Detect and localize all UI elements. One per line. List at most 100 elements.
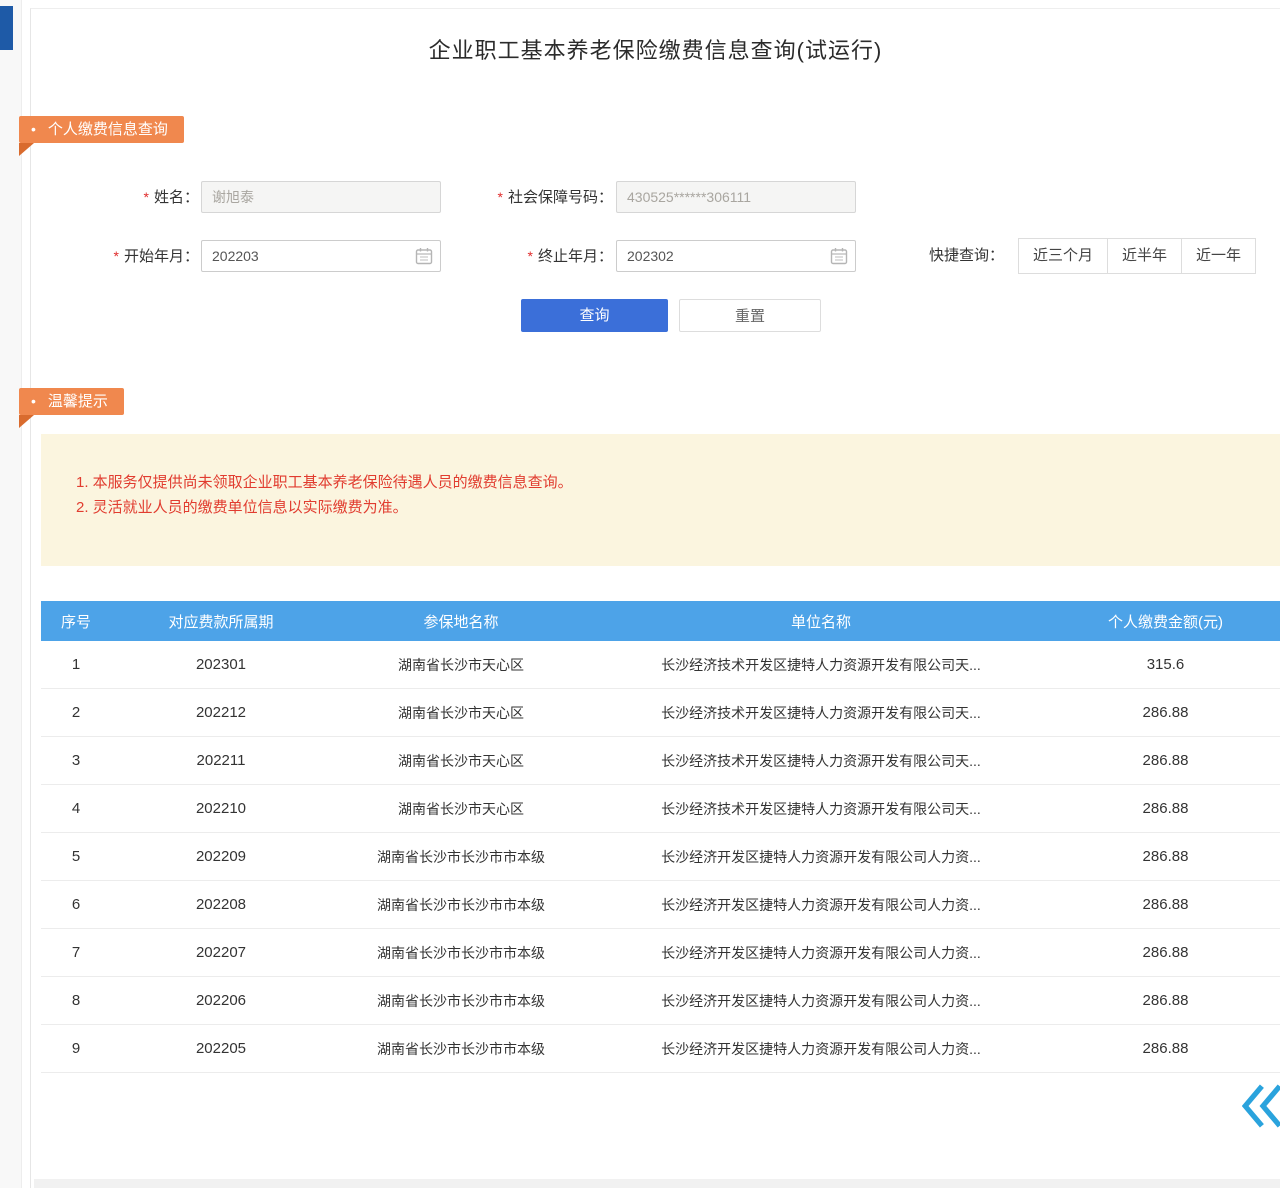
- ssn-field: [616, 181, 856, 213]
- cell-employer: 长沙经济开发区捷特人力资源开发有限公司人力资...: [591, 991, 1051, 1011]
- end-month-input[interactable]: [616, 240, 856, 272]
- cell-employer: 长沙经济开发区捷特人力资源开发有限公司人力资...: [591, 1039, 1051, 1059]
- tips-line: 1. 本服务仅提供尚未领取企业职工基本养老保险待遇人员的缴费信息查询。: [76, 470, 1260, 495]
- ribbon-fold: [19, 415, 34, 428]
- quick-last-half-year-button[interactable]: 近半年: [1107, 238, 1182, 274]
- table-body: 1 202301 湖南省长沙市天心区 长沙经济技术开发区捷特人力资源开发有限公司…: [41, 641, 1280, 1073]
- cell-insured-place: 湖南省长沙市长沙市市本级: [331, 943, 591, 963]
- start-month-label: *开始年月：: [51, 240, 199, 272]
- cell-index: 1: [41, 656, 111, 673]
- cell-employer: 长沙经济开发区捷特人力资源开发有限公司人力资...: [591, 895, 1051, 915]
- section-label: 个人缴费信息查询: [48, 121, 168, 138]
- cell-index: 9: [41, 1040, 111, 1057]
- query-button[interactable]: 查询: [521, 299, 668, 332]
- cell-period: 202301: [111, 656, 331, 673]
- header-amount: 个人缴费金额(元): [1051, 611, 1280, 632]
- cell-index: 2: [41, 704, 111, 721]
- table-row: 8 202206 湖南省长沙市长沙市市本级 长沙经济开发区捷特人力资源开发有限公…: [41, 977, 1280, 1025]
- section-header-tips: • 温馨提示: [19, 388, 124, 415]
- cell-index: 8: [41, 992, 111, 1009]
- cell-amount: 286.88: [1051, 1040, 1280, 1057]
- table-row: 4 202210 湖南省长沙市天心区 长沙经济技术开发区捷特人力资源开发有限公司…: [41, 785, 1280, 833]
- cell-insured-place: 湖南省长沙市天心区: [331, 751, 591, 771]
- header-employer: 单位名称: [591, 611, 1051, 632]
- page-title: 企业职工基本养老保险缴费信息查询(试运行): [31, 33, 1280, 65]
- bullet-icon: •: [31, 388, 36, 415]
- cell-period: 202207: [111, 944, 331, 961]
- cell-amount: 286.88: [1051, 800, 1280, 817]
- cell-amount: 286.88: [1051, 992, 1280, 1009]
- required-asterisk: *: [114, 248, 119, 264]
- cell-insured-place: 湖南省长沙市天心区: [331, 703, 591, 723]
- cell-period: 202208: [111, 896, 331, 913]
- header-insured-place: 参保地名称: [331, 611, 591, 632]
- section-header-personal-payment-query: • 个人缴费信息查询: [19, 116, 184, 143]
- cell-insured-place: 湖南省长沙市长沙市市本级: [331, 847, 591, 867]
- cell-period: 202209: [111, 848, 331, 865]
- required-asterisk: *: [144, 189, 149, 205]
- cell-period: 202212: [111, 704, 331, 721]
- cell-insured-place: 湖南省长沙市长沙市市本级: [331, 895, 591, 915]
- table-row: 6 202208 湖南省长沙市长沙市市本级 长沙经济开发区捷特人力资源开发有限公…: [41, 881, 1280, 929]
- header-index: 序号: [41, 611, 111, 632]
- cell-amount: 286.88: [1051, 848, 1280, 865]
- table-row: 2 202212 湖南省长沙市天心区 长沙经济技术开发区捷特人力资源开发有限公司…: [41, 689, 1280, 737]
- required-asterisk: *: [528, 248, 533, 264]
- cell-index: 5: [41, 848, 111, 865]
- bottom-scroll-strip: [34, 1179, 1280, 1188]
- tips-notice-box: 1. 本服务仅提供尚未领取企业职工基本养老保险待遇人员的缴费信息查询。 2. 灵…: [41, 434, 1280, 566]
- cell-employer: 长沙经济技术开发区捷特人力资源开发有限公司天...: [591, 655, 1051, 675]
- cell-insured-place: 湖南省长沙市长沙市市本级: [331, 991, 591, 1011]
- table-row: 7 202207 湖南省长沙市长沙市市本级 长沙经济开发区捷特人力资源开发有限公…: [41, 929, 1280, 977]
- table-row: 5 202209 湖南省长沙市长沙市市本级 长沙经济开发区捷特人力资源开发有限公…: [41, 833, 1280, 881]
- cell-insured-place: 湖南省长沙市天心区: [331, 799, 591, 819]
- cell-employer: 长沙经济技术开发区捷特人力资源开发有限公司天...: [591, 703, 1051, 723]
- cell-index: 6: [41, 896, 111, 913]
- section-label: 温馨提示: [48, 393, 108, 410]
- cell-amount: 286.88: [1051, 896, 1280, 913]
- cell-employer: 长沙经济开发区捷特人力资源开发有限公司人力资...: [591, 943, 1051, 963]
- table-row: 3 202211 湖南省长沙市天心区 长沙经济技术开发区捷特人力资源开发有限公司…: [41, 737, 1280, 785]
- cell-period: 202211: [111, 752, 331, 769]
- name-field: [201, 181, 441, 213]
- cell-period: 202206: [111, 992, 331, 1009]
- table-row: 1 202301 湖南省长沙市天心区 长沙经济技术开发区捷特人力资源开发有限公司…: [41, 641, 1280, 689]
- cell-insured-place: 湖南省长沙市天心区: [331, 655, 591, 675]
- main-panel: 企业职工基本养老保险缴费信息查询(试运行) • 个人缴费信息查询 *姓名： *社会…: [30, 8, 1280, 1188]
- collapse-double-chevron-icon[interactable]: [1242, 1083, 1280, 1129]
- cell-amount: 315.6: [1051, 656, 1280, 673]
- cell-amount: 286.88: [1051, 704, 1280, 721]
- table-header-row: 序号 对应费款所属期 参保地名称 单位名称 个人缴费金额(元): [41, 601, 1280, 641]
- sidebar-edge: [0, 0, 22, 1188]
- cell-amount: 286.88: [1051, 752, 1280, 769]
- cell-period: 202210: [111, 800, 331, 817]
- quick-query-group: 近三个月 近半年 近一年: [1018, 238, 1256, 274]
- quick-last-year-button[interactable]: 近一年: [1181, 238, 1256, 274]
- reset-button[interactable]: 重置: [679, 299, 821, 332]
- sidebar-accent-block: [0, 6, 13, 50]
- cell-index: 4: [41, 800, 111, 817]
- payment-table: 序号 对应费款所属期 参保地名称 单位名称 个人缴费金额(元) 1 202301…: [41, 601, 1280, 1073]
- bullet-icon: •: [31, 116, 36, 143]
- required-asterisk: *: [498, 189, 503, 205]
- cell-insured-place: 湖南省长沙市长沙市市本级: [331, 1039, 591, 1059]
- cell-period: 202205: [111, 1040, 331, 1057]
- end-month-label: *终止年月：: [451, 240, 613, 272]
- start-month-input[interactable]: [201, 240, 441, 272]
- quick-last-3-months-button[interactable]: 近三个月: [1018, 238, 1108, 274]
- cell-index: 7: [41, 944, 111, 961]
- tips-line: 2. 灵活就业人员的缴费单位信息以实际缴费为准。: [76, 495, 1260, 520]
- calendar-icon[interactable]: [830, 247, 848, 265]
- cell-index: 3: [41, 752, 111, 769]
- ribbon-fold: [19, 143, 34, 156]
- cell-employer: 长沙经济技术开发区捷特人力资源开发有限公司天...: [591, 799, 1051, 819]
- cell-amount: 286.88: [1051, 944, 1280, 961]
- quick-query-label: 快捷查询：: [929, 238, 1004, 274]
- name-label: *姓名：: [51, 181, 199, 213]
- cell-employer: 长沙经济开发区捷特人力资源开发有限公司人力资...: [591, 847, 1051, 867]
- header-period: 对应费款所属期: [111, 611, 331, 632]
- table-row: 9 202205 湖南省长沙市长沙市市本级 长沙经济开发区捷特人力资源开发有限公…: [41, 1025, 1280, 1073]
- ssn-label: *社会保障号码：: [451, 181, 613, 213]
- cell-employer: 长沙经济技术开发区捷特人力资源开发有限公司天...: [591, 751, 1051, 771]
- calendar-icon[interactable]: [415, 247, 433, 265]
